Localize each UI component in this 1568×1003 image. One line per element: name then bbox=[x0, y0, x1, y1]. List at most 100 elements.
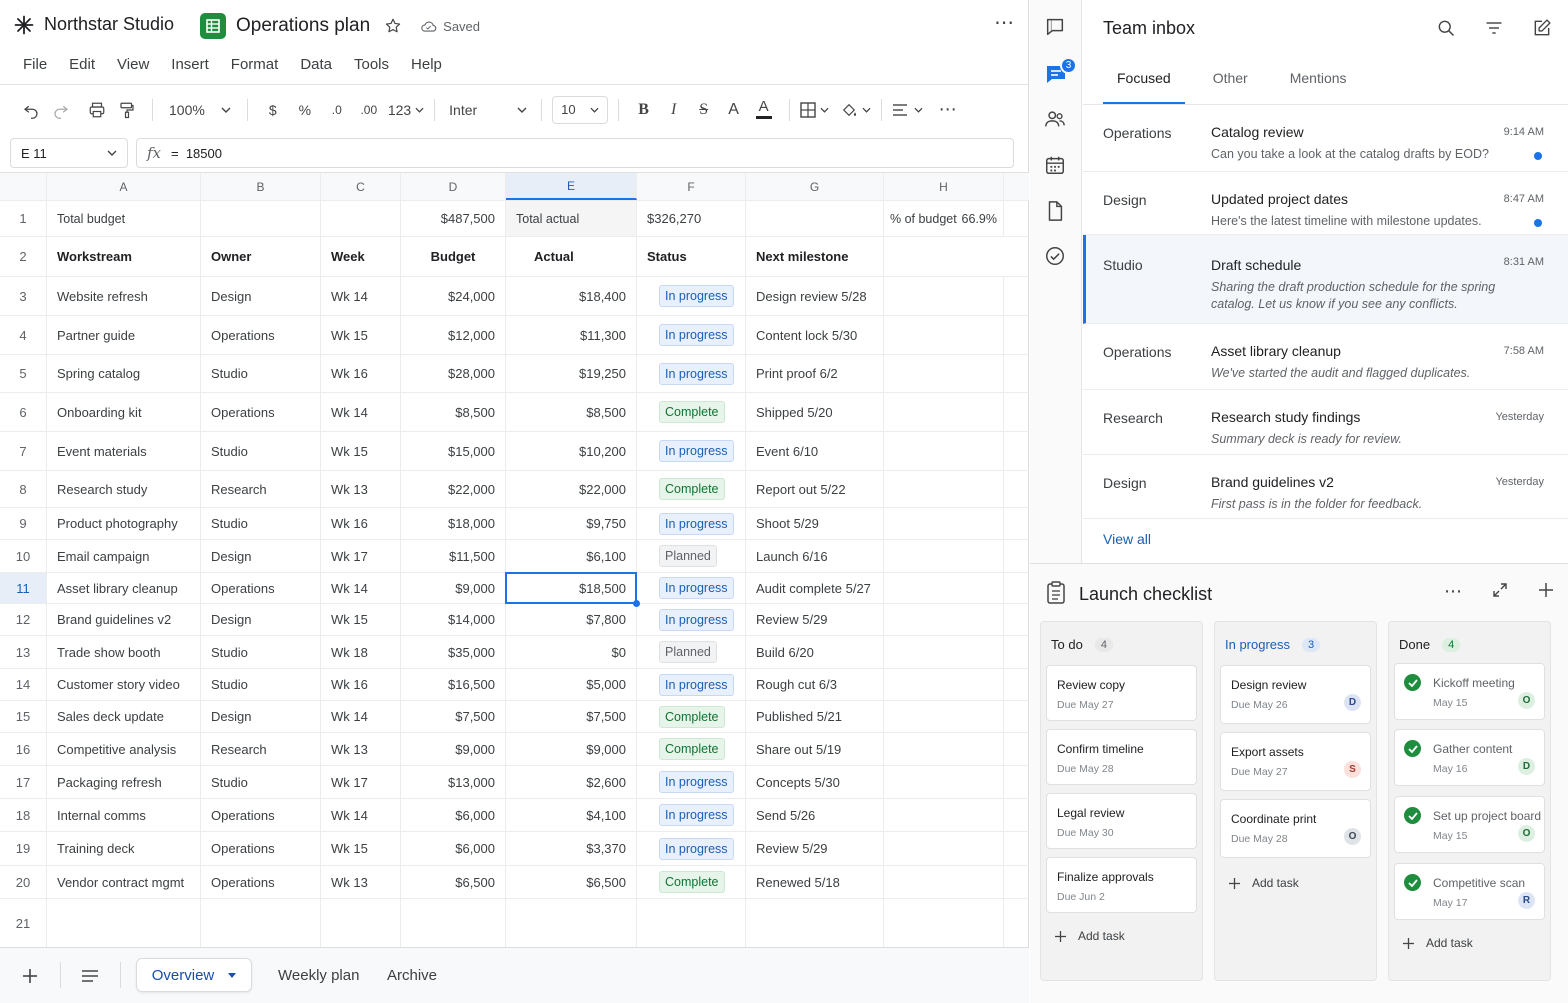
task-card[interactable]: Kickoff meeting May 15 O bbox=[1394, 663, 1545, 720]
cell-owner[interactable]: Studio bbox=[201, 766, 321, 798]
total-actual-label[interactable]: Total actual bbox=[506, 201, 637, 236]
cell-next-milestone[interactable]: Event 6/10 bbox=[746, 432, 884, 470]
menu-view[interactable]: View bbox=[106, 52, 160, 77]
cell[interactable] bbox=[506, 899, 637, 947]
chat-bubble-icon[interactable] bbox=[1044, 16, 1068, 40]
tab-mentions[interactable]: Mentions bbox=[1276, 70, 1361, 105]
check-icon[interactable] bbox=[1404, 807, 1421, 824]
cell-workstream[interactable]: Packaging refresh bbox=[47, 766, 201, 798]
cell-budget[interactable]: $28,000 bbox=[401, 355, 506, 392]
cell-status[interactable]: Complete bbox=[637, 471, 746, 507]
check-icon[interactable] bbox=[1404, 874, 1421, 891]
cell-actual[interactable]: $2,600 bbox=[506, 766, 637, 798]
cell-workstream[interactable]: Partner guide bbox=[47, 316, 201, 354]
cell-owner[interactable]: Operations bbox=[201, 316, 321, 354]
tab-archive[interactable]: Archive bbox=[387, 958, 437, 992]
cell-budget[interactable]: $11,500 bbox=[401, 540, 506, 572]
check-icon[interactable] bbox=[1404, 740, 1421, 757]
cell-workstream[interactable]: Product photography bbox=[47, 508, 201, 539]
cell[interactable] bbox=[884, 604, 1004, 635]
cell-status[interactable]: Planned bbox=[637, 540, 746, 572]
cell-workstream[interactable]: Website refresh bbox=[47, 277, 201, 315]
decrease-decimal-button[interactable]: .0 bbox=[322, 95, 352, 125]
menu-tools[interactable]: Tools bbox=[343, 52, 400, 77]
cell-actual[interactable]: $18,400 bbox=[506, 277, 637, 315]
tab-overview[interactable]: Overview bbox=[136, 958, 252, 992]
cell-owner[interactable]: Design bbox=[201, 277, 321, 315]
cell[interactable] bbox=[884, 866, 1004, 898]
cell-workstream[interactable]: Training deck bbox=[47, 832, 201, 865]
cell-next-milestone[interactable]: Content lock 5/30 bbox=[746, 316, 884, 354]
cell-budget[interactable]: $18,000 bbox=[401, 508, 506, 539]
cell-week[interactable]: Wk 14 bbox=[321, 573, 401, 603]
cell-actual[interactable]: $4,100 bbox=[506, 799, 637, 831]
check-icon[interactable] bbox=[1404, 674, 1421, 691]
cell-next-milestone[interactable]: Shoot 5/29 bbox=[746, 508, 884, 539]
header-owner[interactable]: Owner bbox=[201, 237, 321, 276]
cell-actual[interactable]: $7,800 bbox=[506, 604, 637, 635]
formula-input[interactable]: fx = 18500 bbox=[136, 138, 1014, 168]
cell-workstream[interactable]: Onboarding kit bbox=[47, 393, 201, 431]
cell-workstream[interactable]: Spring catalog bbox=[47, 355, 201, 392]
cell-workstream[interactable]: Email campaign bbox=[47, 540, 201, 572]
task-card[interactable]: Competitive scan May 17 R bbox=[1394, 863, 1545, 920]
cell-budget[interactable]: $16,500 bbox=[401, 669, 506, 700]
menu-file[interactable]: File bbox=[12, 52, 58, 77]
cell[interactable] bbox=[884, 701, 1004, 732]
add-icon[interactable] bbox=[1538, 582, 1554, 600]
cell-owner[interactable]: Operations bbox=[201, 393, 321, 431]
font-family-select[interactable]: Inter bbox=[445, 95, 531, 125]
cell-next-milestone[interactable]: Review 5/29 bbox=[746, 604, 884, 635]
cell-next-milestone[interactable]: Send 5/26 bbox=[746, 799, 884, 831]
cell[interactable] bbox=[884, 355, 1004, 392]
cell-week[interactable]: Wk 16 bbox=[321, 669, 401, 700]
cell-actual[interactable]: $5,000 bbox=[506, 669, 637, 700]
task-card[interactable]: Export assets Due May 27 S bbox=[1220, 732, 1371, 791]
menu-help[interactable]: Help bbox=[400, 52, 453, 77]
cell[interactable] bbox=[884, 899, 1004, 947]
tab-focused[interactable]: Focused bbox=[1103, 70, 1185, 105]
cell-owner[interactable]: Design bbox=[201, 540, 321, 572]
cell[interactable] bbox=[884, 277, 1004, 315]
expand-icon[interactable] bbox=[1492, 582, 1508, 600]
cell-budget[interactable]: $14,000 bbox=[401, 604, 506, 635]
cell-actual[interactable]: $8,500 bbox=[506, 393, 637, 431]
cell-week[interactable]: Wk 15 bbox=[321, 316, 401, 354]
cell-status[interactable]: In progress bbox=[637, 355, 746, 392]
cell[interactable] bbox=[884, 733, 1004, 765]
cell-status[interactable]: Complete bbox=[637, 866, 746, 898]
cell[interactable] bbox=[884, 393, 1004, 431]
cell-budget[interactable]: $15,000 bbox=[401, 432, 506, 470]
cell-budget[interactable]: $24,000 bbox=[401, 277, 506, 315]
bold-icon[interactable]: B bbox=[629, 95, 659, 125]
cell-owner[interactable]: Operations bbox=[201, 832, 321, 865]
redo-icon[interactable] bbox=[46, 95, 76, 125]
increase-decimal-button[interactable]: .00 bbox=[354, 95, 384, 125]
cell-budget[interactable]: $13,000 bbox=[401, 766, 506, 798]
font-size-select[interactable]: 10 bbox=[552, 95, 608, 124]
column-header-g[interactable]: G bbox=[746, 173, 884, 200]
cell[interactable] bbox=[321, 201, 401, 236]
cell-week[interactable]: Wk 14 bbox=[321, 799, 401, 831]
total-actual-value[interactable]: $326,270 bbox=[637, 201, 746, 236]
cell-week[interactable]: Wk 17 bbox=[321, 540, 401, 572]
cell-workstream[interactable]: Competitive analysis bbox=[47, 733, 201, 765]
percent-format-button[interactable]: % bbox=[290, 95, 320, 125]
total-budget-label[interactable]: Total budget bbox=[47, 201, 201, 236]
add-task-button[interactable]: Add task bbox=[1229, 876, 1299, 890]
cell-status[interactable]: In progress bbox=[637, 604, 746, 635]
cell-budget[interactable]: $12,000 bbox=[401, 316, 506, 354]
cell[interactable] bbox=[884, 573, 1004, 603]
cell-status[interactable]: In progress bbox=[637, 573, 746, 603]
task-card[interactable]: Finalize approvals Due Jun 2 bbox=[1046, 857, 1197, 913]
cell-week[interactable]: Wk 13 bbox=[321, 471, 401, 507]
cell-budget[interactable]: $35,000 bbox=[401, 636, 506, 668]
cell[interactable] bbox=[321, 899, 401, 947]
cell-actual[interactable]: $6,500 bbox=[506, 866, 637, 898]
task-card[interactable]: Review copy Due May 27 bbox=[1046, 665, 1197, 721]
borders-icon[interactable] bbox=[800, 95, 830, 125]
cell-owner[interactable]: Research bbox=[201, 733, 321, 765]
cell-workstream[interactable]: Internal comms bbox=[47, 799, 201, 831]
cell-status[interactable]: In progress bbox=[637, 669, 746, 700]
cell-next-milestone[interactable]: Share out 5/19 bbox=[746, 733, 884, 765]
